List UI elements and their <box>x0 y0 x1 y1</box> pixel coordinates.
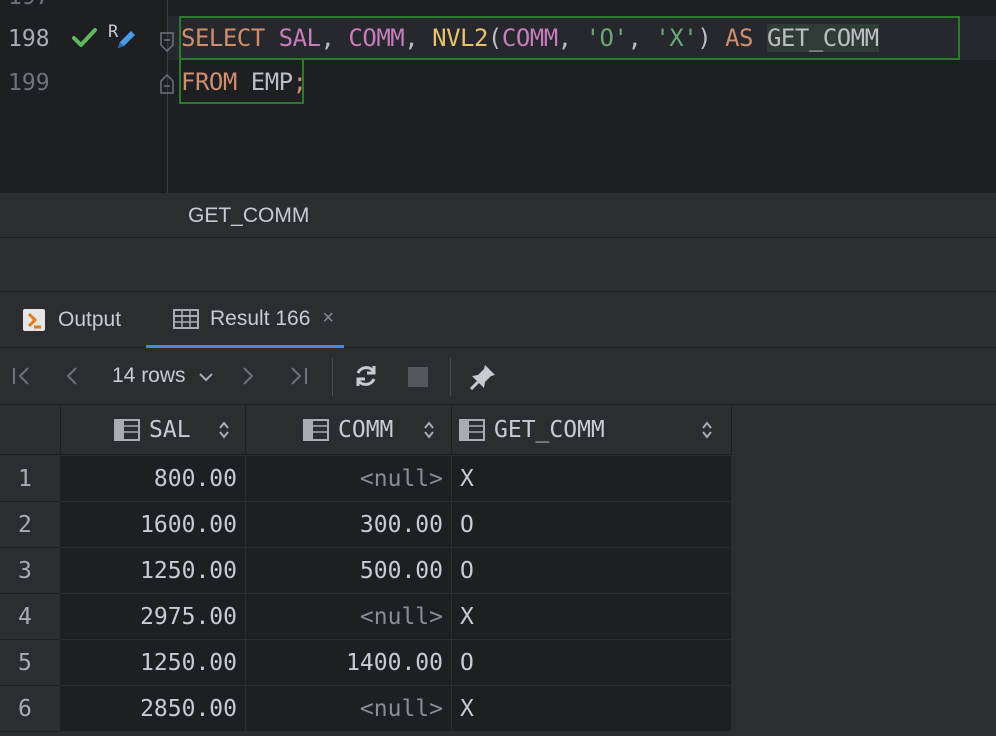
keyword: AS <box>725 24 754 52</box>
line-number: 198 <box>8 26 50 52</box>
punctuation: ; <box>292 68 307 96</box>
sql-editor[interactable]: 197 198 199 R SELECT SAL, COMM, NVL2(COM… <box>0 0 996 193</box>
cell-comm[interactable]: <null> <box>246 686 452 732</box>
close-icon[interactable]: × <box>322 307 334 330</box>
column-ref: SAL <box>278 24 321 52</box>
cell-sal[interactable]: 800.00 <box>61 456 246 502</box>
cell-comm[interactable]: <null> <box>246 456 452 502</box>
line-number: 197 <box>8 0 54 10</box>
cell-get-comm[interactable]: X <box>452 594 732 640</box>
panel-divider <box>0 238 996 292</box>
tab-label: Output <box>58 308 122 331</box>
output-icon <box>23 309 45 331</box>
next-page-icon[interactable] <box>236 364 260 388</box>
fold-icon[interactable] <box>158 72 176 96</box>
row-number: 6 <box>0 686 61 732</box>
cell-sal[interactable]: 1600.00 <box>61 502 246 548</box>
column-label: SAL <box>149 417 191 443</box>
string-literal: 'X' <box>655 24 698 52</box>
stop-icon[interactable] <box>406 365 430 389</box>
punctuation: , <box>627 24 656 52</box>
cell-comm[interactable]: <null> <box>246 594 452 640</box>
pin-icon[interactable] <box>468 362 498 392</box>
result-toolbar: 14 rows <box>0 348 996 405</box>
punctuation: ( <box>487 24 502 52</box>
breadcrumb-hint-bar: GET_COMM <box>0 193 996 238</box>
column-icon <box>114 419 140 441</box>
column-label: GET_COMM <box>494 417 605 443</box>
column-label: COMM <box>338 417 394 443</box>
cell-get-comm[interactable]: O <box>452 502 732 548</box>
alias-name: GET_COMM <box>766 24 879 52</box>
rows-count-dropdown[interactable]: 14 rows <box>112 364 186 388</box>
column-icon <box>459 419 485 441</box>
row-number: 1 <box>0 456 61 502</box>
code-line-199[interactable]: FROM EMP; <box>181 68 307 96</box>
column-icon <box>303 419 329 441</box>
cell-sal[interactable]: 2975.00 <box>61 594 246 640</box>
tab-output[interactable]: Output <box>20 292 121 348</box>
punctuation: ) <box>697 24 712 52</box>
column-header-sal[interactable]: SAL <box>61 405 246 455</box>
sort-icon[interactable] <box>700 419 714 441</box>
refresh-icon[interactable] <box>352 362 380 390</box>
cell-sal[interactable]: 1250.00 <box>61 640 246 686</box>
cell-sal[interactable]: 1250.00 <box>61 548 246 594</box>
tab-result[interactable]: Result 166 × <box>146 292 344 348</box>
cell-get-comm[interactable]: O <box>452 640 732 686</box>
sort-icon[interactable] <box>422 419 436 441</box>
tab-label: Result 166 <box>210 306 311 330</box>
code-line-198[interactable]: SELECT SAL, COMM, NVL2(COMM, 'O', 'X') A… <box>181 24 879 52</box>
punctuation: , <box>404 24 433 52</box>
punctuation: , <box>320 24 349 52</box>
column-header-get-comm[interactable]: GET_COMM <box>452 405 732 455</box>
cell-comm[interactable]: 1400.00 <box>246 640 452 686</box>
cell-get-comm[interactable]: X <box>452 686 732 732</box>
cell-comm[interactable]: 500.00 <box>246 548 452 594</box>
fold-icon[interactable] <box>158 30 176 54</box>
toolbar-separator <box>332 358 333 396</box>
last-page-icon[interactable] <box>286 364 310 388</box>
result-grid[interactable]: SAL COMM GET_COMM 1 800.00 <null> X 2 16… <box>0 405 996 736</box>
row-number: 2 <box>0 502 61 548</box>
hint-text: GET_COMM <box>188 204 310 227</box>
string-literal: 'O' <box>585 24 628 52</box>
column-ref: COMM <box>348 24 405 52</box>
row-number: 3 <box>0 548 61 594</box>
table-icon <box>173 308 199 329</box>
cell-sal[interactable]: 2850.00 <box>61 686 246 732</box>
keyword: FROM <box>181 68 237 96</box>
chevron-down-icon[interactable] <box>197 370 215 384</box>
cell-comm[interactable]: 300.00 <box>246 502 452 548</box>
check-icon <box>72 28 97 47</box>
line-number: 199 <box>8 70 50 96</box>
table-name: EMP <box>250 68 293 96</box>
cell-get-comm[interactable]: X <box>452 456 732 502</box>
pencil-icon[interactable] <box>112 26 140 54</box>
first-page-icon[interactable] <box>10 364 34 388</box>
sort-icon[interactable] <box>217 419 231 441</box>
column-ref: COMM <box>501 24 558 52</box>
toolbar-separator <box>450 358 451 396</box>
prev-page-icon[interactable] <box>60 364 84 388</box>
column-header-comm[interactable]: COMM <box>246 405 452 455</box>
results-tab-bar: Output Result 166 × <box>0 292 996 348</box>
cell-get-comm[interactable]: O <box>452 548 732 594</box>
keyword: SELECT <box>181 24 265 52</box>
punctuation: , <box>557 24 586 52</box>
row-number: 4 <box>0 594 61 640</box>
row-number: 5 <box>0 640 61 686</box>
row-number-header <box>0 405 61 455</box>
function-name: NVL2 <box>432 24 488 52</box>
